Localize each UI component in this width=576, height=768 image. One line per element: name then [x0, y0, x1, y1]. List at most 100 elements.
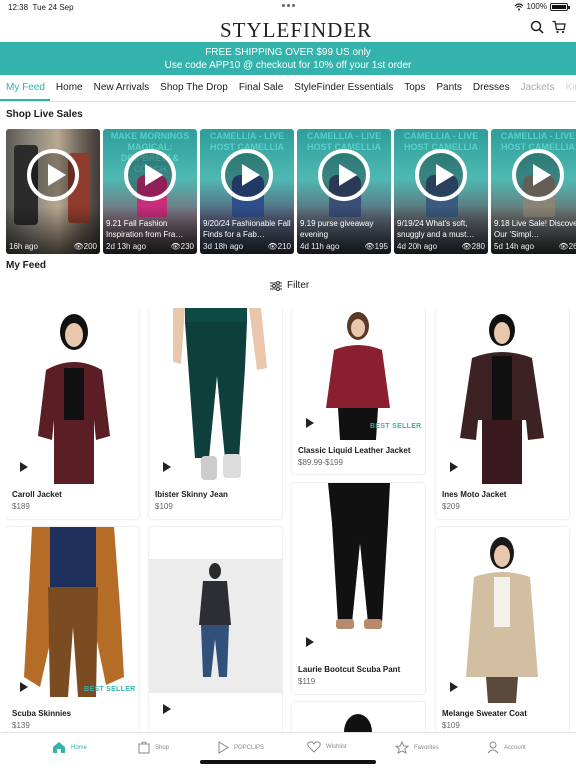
- product-name: Laurie Bootcut Scuba Pant: [298, 665, 401, 674]
- live-sale-card[interactable]: MAKE MORNINGS MAGICAL: DRIPBREW & COACH …: [103, 129, 197, 254]
- cart-icon[interactable]: [552, 20, 566, 34]
- video-play-icon[interactable]: [450, 462, 458, 472]
- product-name: Classic Liquid Leather Jacket: [298, 446, 411, 455]
- live-meta: 4d 11h ago 👁195: [300, 242, 388, 251]
- product-card[interactable]: Laurie Bootcut Scuba Pant $119: [292, 483, 425, 694]
- tab-my-feed[interactable]: My Feed: [0, 78, 50, 101]
- live-age: 5d 14h ago: [494, 242, 535, 251]
- play-icon[interactable]: [27, 149, 79, 201]
- product-card[interactable]: Melange Sweater Coat $109: [436, 527, 569, 732]
- category-nav: My Feed Home New Arrivals Shop The Drop Fina…: [0, 78, 576, 102]
- tab-final-sale[interactable]: Final Sale: [233, 78, 288, 99]
- live-meta: 4d 20h ago 👁280: [397, 242, 485, 251]
- filter-sliders-icon: [270, 280, 282, 291]
- battery-icon: [550, 2, 570, 11]
- video-play-icon[interactable]: [20, 462, 28, 472]
- home-indicator[interactable]: [200, 760, 376, 764]
- video-play-icon[interactable]: [163, 462, 171, 472]
- product-card[interactable]: Ibister Skinny Jean $109: [149, 308, 282, 519]
- product-name: Caroll Jacket: [12, 490, 62, 499]
- tab-account[interactable]: Account: [487, 741, 526, 754]
- promo-line-1: FREE SHIPPING OVER $99 US only: [205, 47, 371, 58]
- best-seller-badge: BEST SELLER: [370, 423, 422, 430]
- live-caption: 9/20/24 Fashionable Fall Finds for a Fab…: [203, 219, 291, 239]
- product-image: [436, 308, 569, 484]
- product-price: $109: [155, 502, 173, 511]
- promo-line-2: Use code APP10 @ checkout for 10% off yo…: [164, 60, 412, 71]
- live-views: 👁280: [461, 242, 485, 251]
- tab-dresses[interactable]: Dresses: [467, 78, 515, 99]
- tab-popclips[interactable]: POPCLIPS: [218, 741, 264, 754]
- live-views: 👁200: [73, 242, 97, 251]
- heart-icon: [307, 741, 321, 753]
- product-image: [6, 527, 139, 703]
- video-play-icon[interactable]: [450, 682, 458, 692]
- app-header: STYLEFINDER: [0, 14, 576, 42]
- tab-favorites[interactable]: Favorites: [395, 741, 439, 754]
- live-sale-card[interactable]: 16h ago 👁200: [6, 129, 100, 254]
- tab-jackets[interactable]: Jackets: [515, 78, 560, 99]
- eye-icon: 👁: [461, 242, 472, 251]
- live-sale-card[interactable]: CAMELLIA - LIVE HOST CAMELLIA 9/19/24 Wh…: [394, 129, 488, 254]
- product-card[interactable]: [149, 527, 282, 732]
- live-views: 👁210: [267, 242, 291, 251]
- live-sale-card[interactable]: CAMELLIA - LIVE HOST CAMELLIA 9/20/24 Fa…: [200, 129, 294, 254]
- header-actions: [530, 20, 566, 34]
- product-name: Ibister Skinny Jean: [155, 490, 228, 499]
- eye-icon: 👁: [558, 242, 569, 251]
- product-name: Scuba Skinnies: [12, 709, 72, 718]
- video-play-icon[interactable]: [306, 637, 314, 647]
- product-card[interactable]: BEST SELLER Classic Liquid Leather Jacke…: [292, 308, 425, 474]
- product-card[interactable]: Ines Moto Jacket $209: [436, 308, 569, 519]
- multitask-dots-icon[interactable]: [282, 4, 295, 7]
- tab-shop-the-drop[interactable]: Shop The Drop: [154, 78, 233, 99]
- product-price: $89.99-$199: [298, 458, 343, 467]
- person-icon: [487, 741, 499, 754]
- product-image: [6, 308, 139, 484]
- product-image: [149, 559, 282, 693]
- tab-shop[interactable]: Shop: [138, 741, 169, 754]
- live-views: 👁195: [364, 242, 388, 251]
- tab-wishlist[interactable]: Wishlist: [307, 741, 347, 753]
- stylefinder-logo[interactable]: STYLEFINDER: [220, 18, 372, 43]
- tab-home-bottom[interactable]: Home: [52, 741, 87, 754]
- product-grid[interactable]: Caroll Jacket $189 BEST SELLER Scuba Ski…: [6, 308, 576, 732]
- play-icon[interactable]: [512, 149, 564, 201]
- product-card[interactable]: Caroll Jacket $189: [6, 308, 139, 519]
- product-price: $209: [442, 502, 460, 511]
- play-icon[interactable]: [415, 149, 467, 201]
- live-sale-card[interactable]: CAMELLIA - LIVE HOST CAMELLIA 9.19 purse…: [297, 129, 391, 254]
- product-card[interactable]: BEST SELLER Scuba Skinnies $139: [6, 527, 139, 732]
- video-play-icon[interactable]: [163, 704, 171, 714]
- battery-fill: [552, 4, 566, 9]
- tab-new-arrivals[interactable]: New Arrivals: [88, 78, 155, 99]
- promo-banner[interactable]: FREE SHIPPING OVER $99 US only Use code …: [0, 42, 576, 75]
- live-sales-carousel[interactable]: 16h ago 👁200 MAKE MORNINGS MAGICAL: DRIPB…: [6, 129, 576, 254]
- eye-icon: 👁: [170, 242, 181, 251]
- tab-home[interactable]: Home: [50, 78, 88, 99]
- home-icon: [53, 742, 65, 753]
- tab-kimonos[interactable]: Kimonos: [560, 78, 576, 99]
- play-icon[interactable]: [318, 149, 370, 201]
- live-sale-card[interactable]: CAMELLIA - LIVE HOST CAMELLIA 9.18 Live …: [491, 129, 576, 254]
- play-icon[interactable]: [124, 149, 176, 201]
- live-views: 👁260: [558, 242, 576, 251]
- status-indicators: 100%: [514, 2, 570, 11]
- play-icon[interactable]: [221, 149, 273, 201]
- my-feed-heading: My Feed: [6, 260, 47, 271]
- product-price: $189: [12, 502, 30, 511]
- live-age: 3d 18h ago: [203, 242, 244, 251]
- tab-tops[interactable]: Tops: [398, 78, 430, 99]
- live-meta: 3d 18h ago 👁210: [203, 242, 291, 251]
- tab-stylefinder-essentials[interactable]: StyleFinder Essentials: [288, 78, 398, 99]
- search-icon[interactable]: [530, 20, 544, 34]
- live-views: 👁230: [170, 242, 194, 251]
- video-play-icon[interactable]: [306, 418, 314, 428]
- product-card[interactable]: [292, 702, 425, 732]
- video-play-icon[interactable]: [20, 682, 28, 692]
- eye-icon: 👁: [73, 242, 84, 251]
- live-caption: 9.18 Live Sale! Discover Our 'Simpl…: [494, 219, 576, 239]
- tab-pants[interactable]: Pants: [430, 78, 467, 99]
- play-outline-icon: [218, 741, 229, 754]
- filter-button[interactable]: Filter: [270, 280, 309, 291]
